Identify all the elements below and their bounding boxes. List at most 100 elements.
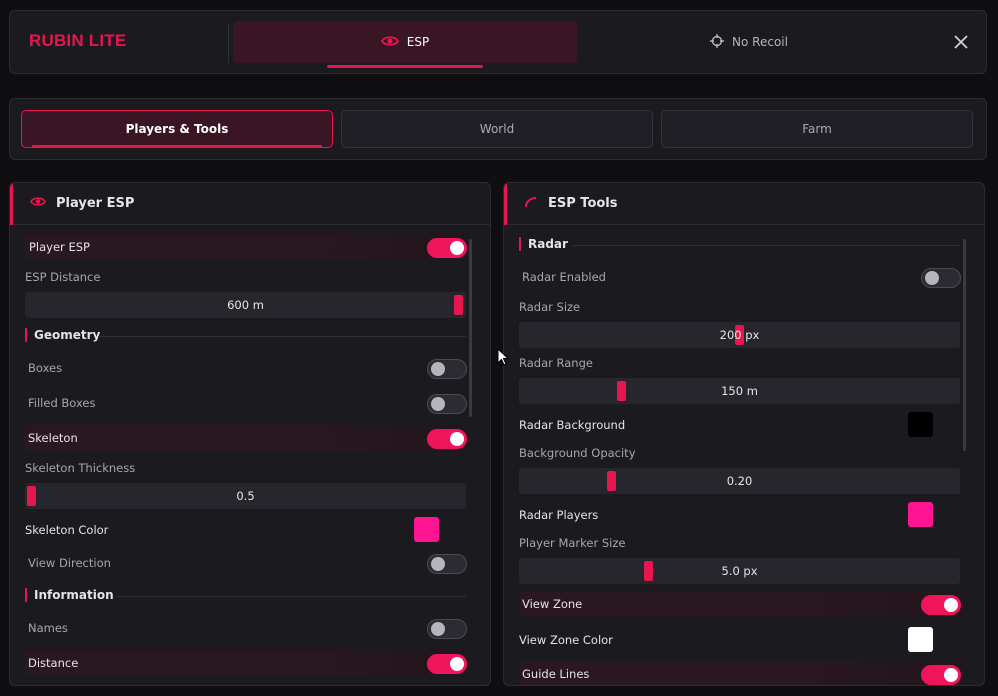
distance-toggle[interactable] [427,654,467,674]
slider-value: 600 m [227,298,264,312]
slider-value: 150 m [721,384,758,398]
view-direction-row: View Direction [28,550,328,576]
player-esp-label: Player ESP [29,240,90,254]
tab-esp-label: ESP [406,35,430,49]
slider-value: 5.0 px [721,564,758,578]
radar-icon [524,196,538,212]
tab-players-and-tools[interactable]: Players & Tools [21,110,333,148]
skeleton-row: Skeleton [25,425,469,451]
radar-size-label: Radar Size [519,300,581,314]
radar-players-swatch[interactable] [908,502,933,527]
radar-background-label: Radar Background [519,418,626,432]
skeleton-thickness-label: Skeleton Thickness [25,461,136,475]
header-divider [228,23,229,63]
eye-icon [29,196,47,211]
guide-lines-toggle[interactable] [921,665,961,685]
tab-farm[interactable]: Farm [661,110,973,148]
names-toggle[interactable] [427,619,467,639]
names-label: Names [28,621,68,635]
radar-background-swatch[interactable] [908,412,933,437]
tab-esp-indicator [327,65,483,68]
skeleton-color-row: Skeleton Color [25,517,325,543]
filled-boxes-row: Filled Boxes [28,390,328,416]
geometry-section-title: Geometry [25,328,100,342]
guide-lines-row: Guide Lines [519,661,963,685]
view-direction-toggle[interactable] [427,554,467,574]
scrollbar[interactable] [963,239,966,451]
skeleton-thickness-slider[interactable]: 0.5 [25,483,466,509]
close-icon[interactable] [950,31,972,53]
skeleton-toggle[interactable] [427,429,467,449]
slider-thumb[interactable] [454,295,463,315]
slider-thumb[interactable] [607,471,616,491]
guide-lines-label: Guide Lines [522,667,590,681]
view-direction-label: View Direction [28,556,111,570]
filled-boxes-label: Filled Boxes [28,396,96,410]
radar-players-label: Radar Players [519,508,599,522]
panel-title: Player ESP [56,196,135,211]
app-title: RUBIN LITE [29,31,127,50]
player-esp-toggle[interactable] [427,238,467,258]
tab-no-recoil-label: No Recoil [732,35,788,49]
app-header: RUBIN LITE ESP No Recoil [9,10,987,74]
eye-icon [380,35,399,50]
distance-row: Distance [25,650,469,676]
section-title-text: Information [34,588,114,602]
esp-tools-panel: ESP Tools Radar Radar Enabled Radar Size… [503,182,985,686]
player-esp-panel-header: Player ESP [10,183,490,225]
crosshair-icon [710,33,725,51]
distance-label: Distance [28,656,79,670]
panel-title: ESP Tools [548,196,618,211]
radar-range-label: Radar Range [519,356,593,370]
radar-enabled-row: Radar Enabled [522,264,822,290]
tab-no-recoil[interactable]: No Recoil [577,21,921,63]
radar-background-row: Radar Background [519,412,819,438]
information-section-title: Information [25,588,114,602]
player-marker-size-slider[interactable]: 5.0 px [519,558,960,584]
radar-range-slider[interactable]: 150 m [519,378,960,404]
boxes-toggle[interactable] [427,359,467,379]
esp-tools-panel-header: ESP Tools [504,183,984,225]
mouse-cursor-icon [497,347,510,370]
boxes-row: Boxes [28,355,328,381]
skeleton-color-label: Skeleton Color [25,523,109,537]
section-title-text: Geometry [34,328,101,342]
player-esp-panel: Player ESP Player ESP ESP Distance 600 m… [9,182,491,686]
radar-section-title: Radar [519,237,568,251]
skeleton-label: Skeleton [28,431,78,445]
radar-players-row: Radar Players [519,502,819,528]
esp-distance-slider[interactable]: 600 m [25,292,466,318]
player-esp-row: Player ESP [25,234,469,260]
slider-thumb[interactable] [617,381,626,401]
view-zone-color-swatch[interactable] [908,627,933,652]
section-divider [572,245,960,246]
slider-thumb[interactable] [27,486,36,506]
radar-enabled-label: Radar Enabled [522,270,606,284]
section-divider [98,336,466,337]
names-row: Names [28,615,328,641]
view-zone-toggle[interactable] [921,595,961,615]
esp-distance-label: ESP Distance [25,270,101,284]
view-zone-row: View Zone [519,591,963,617]
skeleton-color-swatch[interactable] [414,517,439,542]
slider-value: 200 px [719,328,760,342]
filled-boxes-toggle[interactable] [427,394,467,414]
view-zone-color-row: View Zone Color [519,627,819,653]
radar-enabled-toggle[interactable] [921,268,961,288]
view-zone-color-label: View Zone Color [519,633,613,647]
slider-value: 0.20 [726,474,753,488]
background-opacity-slider[interactable]: 0.20 [519,468,960,494]
tab-esp[interactable]: ESP [233,21,577,63]
background-opacity-label: Background Opacity [519,446,636,460]
section-title-text: Radar [528,237,568,251]
radar-size-slider[interactable]: 200 px [519,322,960,348]
view-zone-label: View Zone [522,597,583,611]
sub-tab-bar: Players & Tools World Farm [9,98,987,160]
scrollbar[interactable] [469,239,472,417]
section-divider [116,596,466,597]
player-marker-size-label: Player Marker Size [519,536,626,550]
tab-world[interactable]: World [341,110,653,148]
boxes-label: Boxes [28,361,63,375]
slider-thumb[interactable] [644,561,653,581]
slider-value: 0.5 [236,489,255,503]
